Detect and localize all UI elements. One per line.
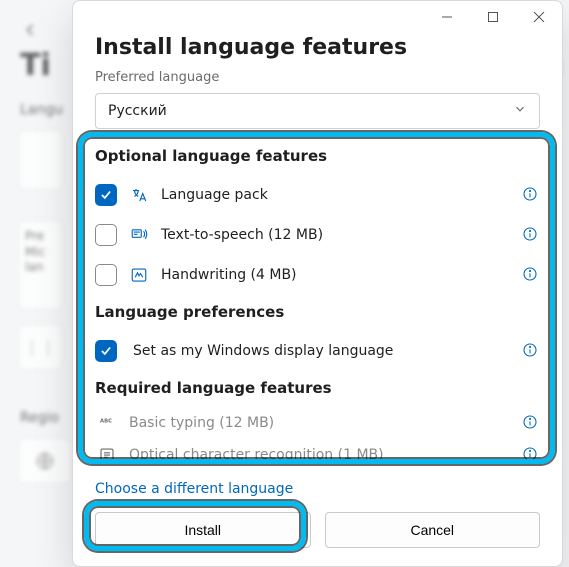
feature-row-basic-typing: ABC Basic typing (12 MB) [95, 407, 540, 439]
svg-text:ABC: ABC [100, 418, 112, 424]
info-icon[interactable] [522, 226, 540, 244]
basic-typing-icon: ABC [97, 413, 117, 433]
handwriting-icon [129, 265, 149, 285]
choose-different-language-link[interactable]: Choose a different language [95, 481, 293, 497]
bg-section-label: Regio [20, 410, 59, 426]
feature-row-tts: Text-to-speech (12 MB) [95, 215, 540, 255]
language-pack-icon [129, 185, 149, 205]
checkbox-display-language[interactable] [95, 340, 117, 362]
feature-row-handwriting: Handwriting (4 MB) [95, 255, 540, 295]
feature-label: Language pack [161, 187, 510, 203]
back-arrow-icon [20, 20, 40, 44]
info-icon[interactable] [522, 446, 540, 464]
preferred-language-label: Preferred language [95, 70, 540, 85]
feature-row-ocr: Optical character recognition (1 MB) [95, 439, 540, 471]
section-optional-title: Optional language features [95, 147, 540, 165]
info-icon[interactable] [522, 186, 540, 204]
tts-icon [129, 225, 149, 245]
info-icon[interactable] [522, 342, 540, 360]
bg-card: Pre Mic lan [18, 220, 62, 310]
dialog-footer: Install Cancel [73, 502, 562, 566]
feature-label: Optical character recognition (1 MB) [129, 447, 510, 463]
maximize-button[interactable] [470, 1, 516, 33]
install-button[interactable]: Install [95, 512, 311, 548]
bg-card [18, 438, 72, 484]
checkbox-handwriting[interactable] [95, 264, 117, 286]
section-required-title: Required language features [95, 379, 540, 397]
feature-row-display-language: Set as my Windows display language [95, 331, 540, 371]
feature-label: Set as my Windows display language [133, 343, 510, 359]
minimize-button[interactable] [424, 1, 470, 33]
install-language-dialog: Install language features Preferred lang… [72, 0, 563, 567]
bg-title-fragment: Ti [20, 48, 51, 83]
info-icon[interactable] [522, 414, 540, 432]
section-prefs-title: Language preferences [95, 303, 540, 321]
feature-label: Text-to-speech (12 MB) [161, 227, 510, 243]
feature-label: Basic typing (12 MB) [129, 415, 510, 431]
language-dropdown[interactable]: Русский [95, 93, 540, 129]
bg-card [18, 130, 62, 190]
close-button[interactable] [516, 1, 562, 33]
dialog-title: Install language features [95, 35, 540, 60]
ocr-icon [97, 445, 117, 465]
checkbox-language-pack[interactable] [95, 184, 117, 206]
dropdown-value: Русский [108, 103, 167, 119]
cancel-button[interactable]: Cancel [325, 512, 541, 548]
feature-row-language-pack: Language pack [95, 175, 540, 215]
bg-card: ⋮⋮ [18, 324, 62, 370]
info-icon[interactable] [522, 266, 540, 284]
window-titlebar [73, 1, 562, 33]
checkbox-tts[interactable] [95, 224, 117, 246]
bg-section-label: Langu [20, 102, 63, 118]
chevron-down-icon [513, 102, 527, 120]
feature-label: Handwriting (4 MB) [161, 267, 510, 283]
